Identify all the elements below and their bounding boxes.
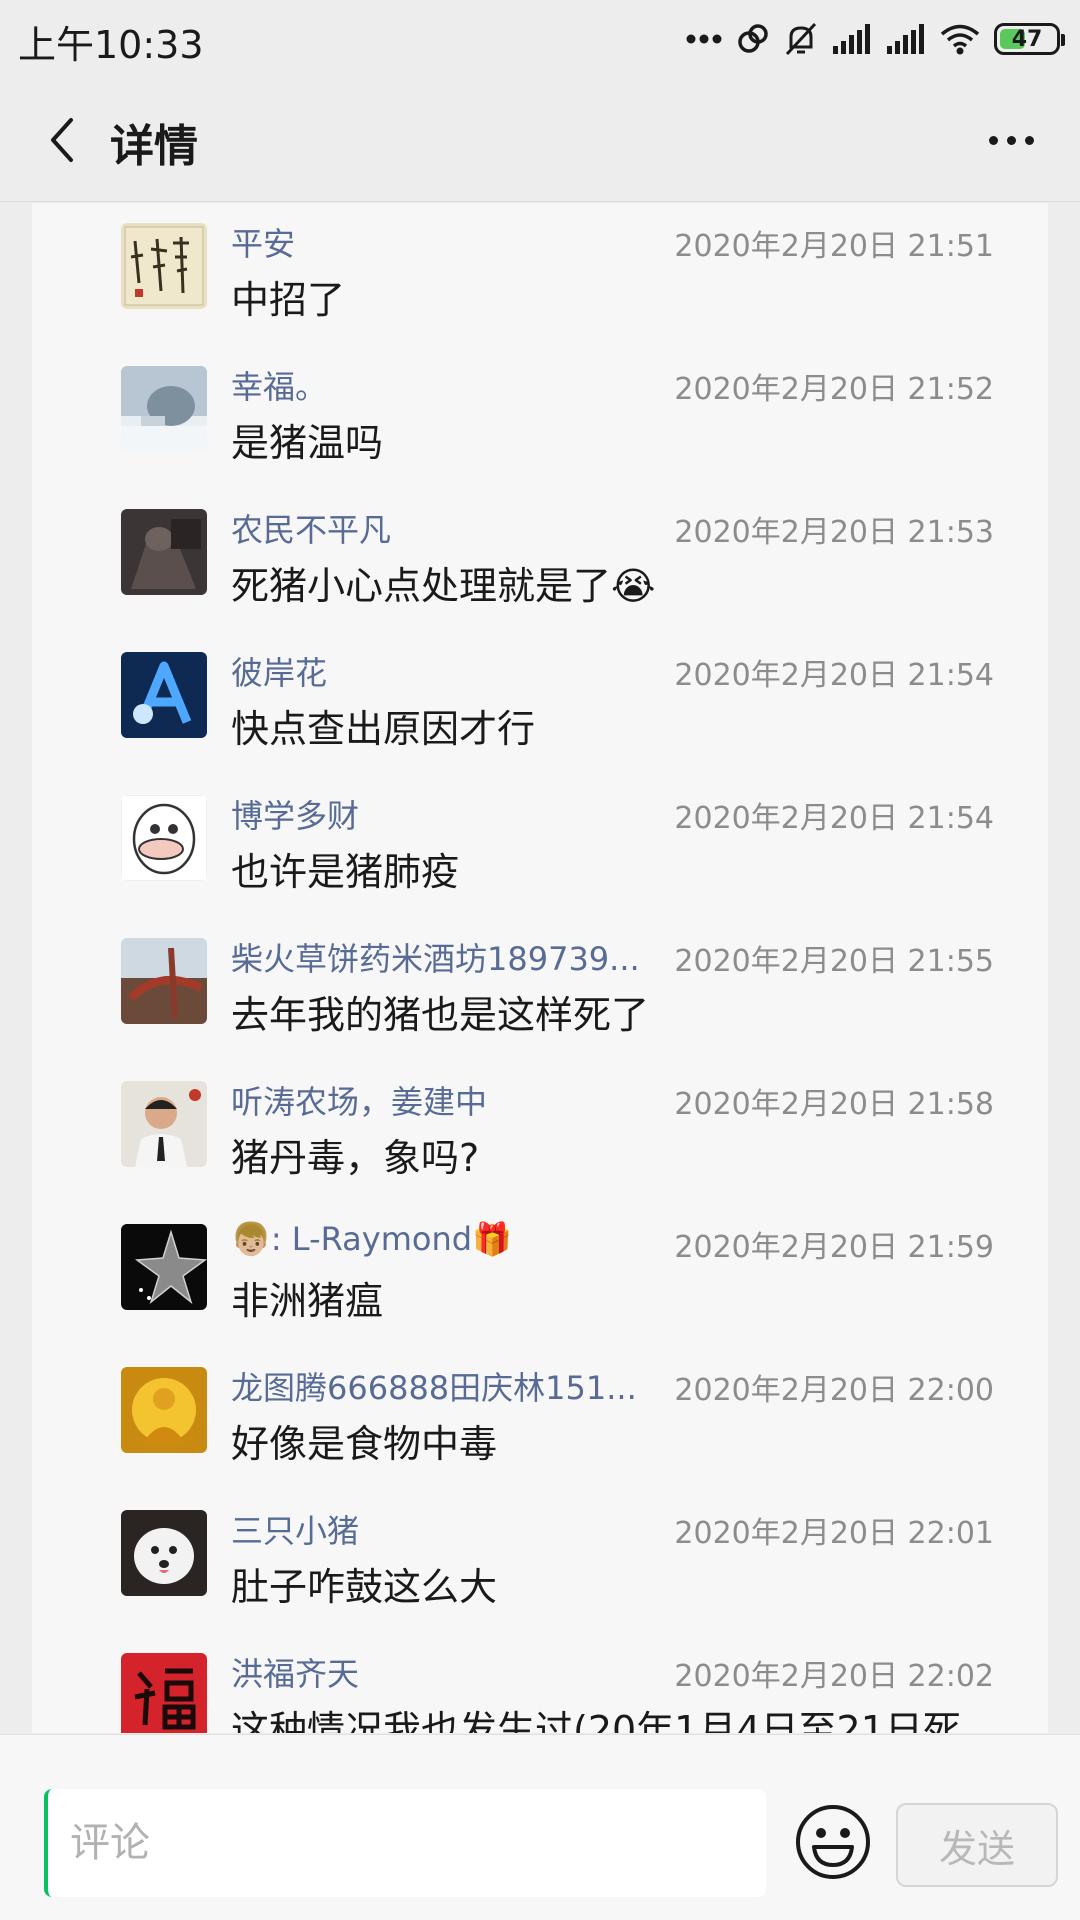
comment-input[interactable] [44, 1789, 766, 1897]
comment-item: 博学多财 2020年2月20日 21:54 也许是猪肺疫 [32, 775, 1048, 918]
comment-text: 这种情况我也发生过(20年1月4日至21日死 [231, 1708, 961, 1733]
comment-list[interactable]: 平安 2020年2月20日 21:51 中招了 幸福。 2020年2月20日 2… [32, 203, 1048, 1733]
comment-text: 猪丹毒，象吗? [231, 1136, 480, 1180]
avatar[interactable] [121, 795, 207, 881]
comment-author[interactable]: 龙图腾666888田庆林151... [231, 1363, 637, 1409]
comment-time: 2020年2月20日 21:59 [674, 1230, 994, 1265]
comment-text: 非洲猪瘟 [231, 1279, 384, 1323]
comment-item: 听涛农场，姜建中 2020年2月20日 21:58 猪丹毒，象吗? [32, 1061, 1048, 1204]
avatar[interactable] [121, 1224, 207, 1310]
comment-text: 好像是食物中毒 [231, 1422, 498, 1466]
comment-time: 2020年2月20日 22:01 [674, 1516, 994, 1551]
avatar[interactable] [121, 938, 207, 1024]
avatar[interactable] [121, 1367, 207, 1453]
comment-author[interactable]: 👦🏼: L-Raymond🎁 [231, 1220, 512, 1258]
comment-item: 洪福齐天 2020年2月20日 22:02 这种情况我也发生过(20年1月4日至… [32, 1633, 1048, 1733]
avatar[interactable] [121, 1510, 207, 1596]
comment-author[interactable]: 农民不平凡 [231, 505, 391, 551]
mute-bell-icon [785, 22, 817, 56]
comment-author[interactable]: 幸福。 [231, 362, 327, 408]
chevron-left-icon [51, 118, 73, 162]
comment-time: 2020年2月20日 22:02 [674, 1659, 994, 1694]
status-icons: 47 [686, 18, 1065, 60]
comment-item: 👦🏼: L-Raymond🎁 2020年2月20日 21:59 非洲猪瘟 [32, 1204, 1048, 1347]
comment-text: 快点查出原因才行 [231, 707, 536, 751]
comment-item: 柴火草饼药米酒坊189739... 2020年2月20日 21:55 去年我的猪… [32, 918, 1048, 1061]
battery-level: 47 [1011, 26, 1043, 52]
avatar[interactable] [121, 223, 207, 309]
comment-author[interactable]: 三只小猪 [231, 1506, 359, 1552]
comment-item: 幸福。 2020年2月20日 21:52 是猪温吗 [32, 346, 1048, 489]
nav-bar: 详情 [0, 78, 1080, 202]
comment-text: 中招了 [231, 278, 346, 322]
status-time: 上午10:33 [18, 23, 204, 67]
signal-icon [833, 24, 870, 54]
comment-author[interactable]: 柴火草饼药米酒坊189739... [231, 934, 640, 980]
status-bar: 上午10:33 47 [0, 0, 1080, 78]
battery-icon: 47 [994, 23, 1065, 55]
comment-time: 2020年2月20日 22:00 [674, 1373, 994, 1408]
more-button[interactable] [976, 112, 1046, 168]
avatar[interactable] [121, 652, 207, 738]
send-button[interactable]: 发送 [896, 1803, 1058, 1887]
comment-input-bar: 发送 [0, 1734, 1080, 1920]
comment-text: 死猪小心点处理就是了😭 [231, 564, 656, 608]
comment-time: 2020年2月20日 21:53 [674, 515, 994, 550]
comment-item: 龙图腾666888田庆林151... 2020年2月20日 22:00 好像是食… [32, 1347, 1048, 1490]
avatar[interactable] [121, 366, 207, 452]
link-icon [738, 24, 768, 53]
comment-time: 2020年2月20日 21:52 [674, 372, 994, 407]
comment-item: 农民不平凡 2020年2月20日 21:53 死猪小心点处理就是了😭 [32, 489, 1048, 632]
page-title: 详情 [110, 121, 198, 172]
comment-text: 肚子咋鼓这么大 [231, 1565, 498, 1609]
avatar[interactable] [121, 509, 207, 595]
comment-time: 2020年2月20日 21:55 [674, 944, 994, 979]
comment-time: 2020年2月20日 21:51 [674, 229, 994, 264]
back-button[interactable] [30, 108, 94, 172]
comment-text: 是猪温吗 [231, 421, 384, 465]
comment-author[interactable]: 博学多财 [231, 791, 359, 837]
comment-item: 平安 2020年2月20日 21:51 中招了 [32, 203, 1048, 346]
comment-text: 也许是猪肺疫 [231, 850, 460, 894]
more-dots-icon [686, 34, 722, 44]
more-horizontal-icon [988, 135, 998, 145]
avatar[interactable] [121, 1081, 207, 1167]
comment-author[interactable]: 彼岸花 [231, 648, 327, 694]
comment-author[interactable]: 平安 [231, 219, 295, 265]
comment-text: 去年我的猪也是这样死了 [231, 993, 650, 1037]
comment-author[interactable]: 听涛农场，姜建中 [231, 1077, 487, 1123]
comment-item: 彼岸花 2020年2月20日 21:54 快点查出原因才行 [32, 632, 1048, 775]
comment-time: 2020年2月20日 21:54 [674, 658, 994, 693]
comment-time: 2020年2月20日 21:54 [674, 801, 994, 836]
comment-item: 三只小猪 2020年2月20日 22:01 肚子咋鼓这么大 [32, 1490, 1048, 1633]
smiley-face-icon[interactable] [794, 1803, 872, 1881]
comment-time: 2020年2月20日 21:58 [674, 1087, 994, 1122]
wifi-icon [940, 24, 980, 55]
avatar[interactable] [121, 1653, 207, 1733]
comment-author[interactable]: 洪福齐天 [231, 1649, 359, 1695]
signal-icon [887, 24, 924, 54]
